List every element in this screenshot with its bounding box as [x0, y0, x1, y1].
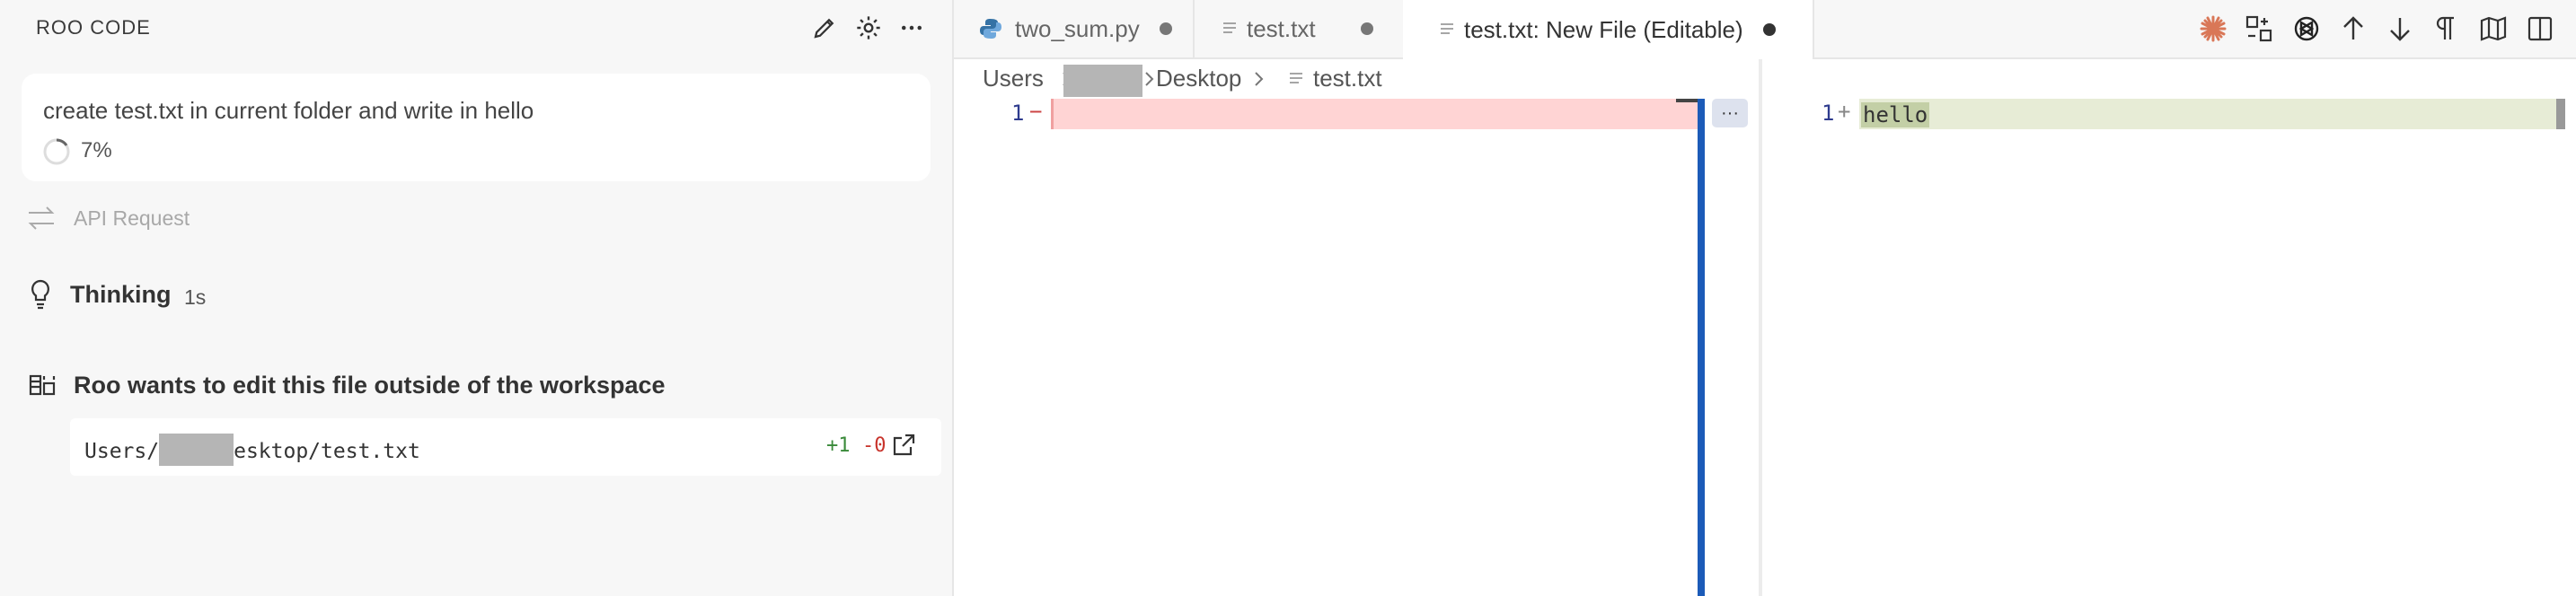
overview-ruler-mark — [1676, 99, 1698, 102]
task-progress: 7% — [81, 138, 112, 162]
file-lines-icon — [1288, 70, 1304, 92]
pencil-icon[interactable] — [807, 10, 842, 46]
added-text[interactable]: hello — [1861, 102, 1930, 127]
tab-label: test.txt: New File (Editable) — [1464, 15, 1743, 43]
fold-label: ··· — [1721, 102, 1739, 123]
redacted-username — [159, 434, 234, 466]
removed-marker: − — [1029, 99, 1043, 124]
file-path-suffix: esktop/test.txt — [234, 440, 420, 463]
file-path: Users/esktop/test.txt — [84, 434, 420, 466]
compare-changes-icon[interactable] — [2245, 14, 2273, 48]
tab-label: test.txt — [1247, 14, 1316, 42]
openai-icon[interactable] — [2292, 14, 2321, 48]
chevron-right-icon — [1142, 65, 1157, 98]
tab-label: two_sum.py — [1015, 14, 1140, 42]
removed-line-highlight — [1051, 99, 1700, 129]
diff-icon — [29, 373, 56, 401]
breadcrumb-users[interactable]: Users — [983, 65, 1044, 92]
edit-permission-message: Roo wants to edit this file outside of t… — [74, 372, 666, 399]
file-row[interactable]: Users/esktop/test.txt +1 -0 — [70, 418, 941, 476]
file-lines-icon — [1439, 21, 1455, 39]
map-icon[interactable] — [2479, 14, 2508, 48]
task-card[interactable]: create test.txt in current folder and wr… — [22, 74, 931, 181]
gear-icon[interactable] — [851, 10, 887, 46]
scrollbar-accent[interactable] — [1698, 99, 1705, 596]
task-text: create test.txt in current folder and wr… — [43, 97, 534, 124]
scroll-thumb[interactable] — [2556, 99, 2565, 129]
breadcrumb-desktop[interactable]: Desktop — [1156, 65, 1241, 92]
thinking-label[interactable]: Thinking — [70, 281, 171, 309]
api-request-icon — [25, 205, 57, 236]
lightbulb-icon — [29, 278, 52, 315]
lines-added: +1 — [826, 434, 851, 457]
diff-splitter[interactable] — [1759, 59, 1762, 596]
unsaved-dot-icon[interactable] — [1159, 22, 1172, 35]
arrow-down-icon[interactable] — [2387, 14, 2413, 48]
tab-test-txt-new-file[interactable]: test.txt: New File (Editable) — [1403, 0, 1814, 59]
unsaved-dot-icon[interactable] — [1360, 22, 1373, 35]
more-icon[interactable] — [894, 10, 930, 46]
roo-sidebar: ROO CODE create test.txt in current fold… — [0, 0, 954, 596]
arrow-up-icon[interactable] — [2341, 14, 2366, 48]
thinking-time: 1s — [184, 285, 207, 309]
line-number: 1 — [1822, 101, 1835, 126]
tab-test-txt[interactable]: test.txt — [1193, 0, 1405, 57]
breadcrumb-file[interactable]: test.txt — [1313, 65, 1382, 92]
spinner-icon — [41, 136, 72, 171]
python-icon — [979, 17, 1002, 40]
pilcrow-icon[interactable] — [2434, 14, 2457, 48]
unsaved-dot-icon[interactable] — [1762, 23, 1776, 36]
api-request-label: API Request — [74, 206, 190, 230]
file-path-prefix: Users/ — [84, 440, 160, 463]
sidebar-title: ROO CODE — [36, 16, 151, 39]
claude-icon[interactable] — [2199, 14, 2228, 48]
tab-two-sum[interactable]: two_sum.py — [954, 0, 1195, 57]
open-external-icon[interactable] — [891, 433, 916, 462]
lines-removed: -0 — [862, 434, 887, 457]
line-number: 1 — [1011, 101, 1025, 126]
redacted-username — [1063, 65, 1142, 97]
split-editor-icon[interactable] — [2526, 14, 2554, 48]
chevron-right-icon — [1252, 65, 1266, 98]
added-marker: + — [1838, 99, 1851, 124]
file-lines-icon — [1222, 20, 1238, 38]
editor-tab-bar: two_sum.py test.txt test.txt: New File (… — [954, 0, 2576, 59]
added-line-highlight: hello — [1859, 99, 2565, 129]
fold-unchanged-button[interactable]: ··· — [1712, 99, 1748, 127]
